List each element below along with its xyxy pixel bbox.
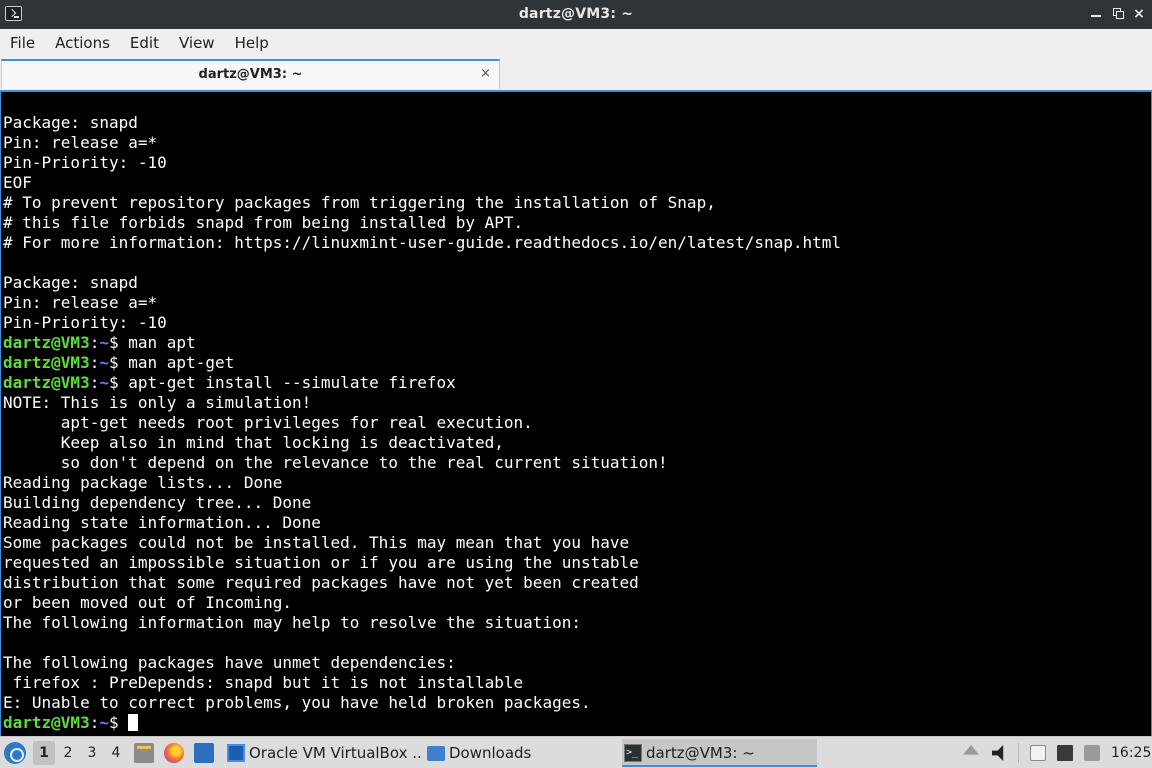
menu-edit[interactable]: Edit [130, 34, 159, 52]
prompt-separator: : [89, 713, 100, 732]
prompt-user: dartz@VM3 [3, 373, 90, 392]
terminal-output-line: Pin: release a=* [3, 133, 158, 152]
terminal-output-line: Some packages could not be installed. Th… [3, 533, 630, 552]
task-downloads-label: Downloads [449, 744, 532, 762]
virtualbox-icon [227, 744, 245, 762]
terminal-output-line: Pin: release a=* [3, 293, 158, 312]
prompt-user: dartz@VM3 [3, 713, 90, 732]
task-virtualbox-label: Oracle VM VirtualBox ... [249, 744, 420, 762]
terminal-output-line: # For more information: https://linuxmin… [3, 233, 842, 252]
prompt-symbol: $ [108, 713, 119, 732]
window-titlebar[interactable]: dartz@VM3: ~ × [0, 0, 1152, 29]
window-title: dartz@VM3: ~ [518, 6, 634, 22]
terminal-command-line: dartz@VM3:~$ [3, 713, 841, 733]
terminal-output-line: E: Unable to correct problems, you have … [3, 693, 591, 712]
tray-separator [1018, 743, 1019, 763]
terminal-icon [624, 739, 642, 765]
terminal-output-line: so don't depend on the relevance to the … [3, 453, 668, 472]
volume-icon[interactable] [992, 745, 1004, 761]
terminal-output-line: Package: snapd [3, 273, 138, 292]
prompt-symbol: $ [108, 333, 119, 352]
clipboard-icon[interactable] [1030, 745, 1046, 761]
text-cursor [128, 714, 139, 731]
tab-terminal[interactable]: dartz@VM3: ~ × [1, 59, 500, 89]
prompt-user: dartz@VM3 [3, 353, 90, 372]
terminal-lines: Package: snapd Pin: release a=* Pin-Priori… [3, 113, 841, 733]
workspace-1[interactable]: 1 [33, 741, 55, 765]
prompt-path: ~ [99, 353, 109, 372]
terminal-output[interactable]: Package: snapd Pin: release a=* Pin-Priori… [0, 90, 1152, 736]
terminal-output-line: The following information may help to re… [3, 613, 581, 632]
prompt-separator: : [89, 353, 100, 372]
terminal-output-line: Pin-Priority: -10 [3, 313, 167, 332]
network-icon[interactable] [1057, 745, 1073, 761]
terminal-output-line: Keep also in mind that locking is deacti… [3, 433, 504, 452]
firefox-icon[interactable] [164, 743, 184, 763]
menu-file[interactable]: File [10, 34, 35, 52]
workspace-2[interactable]: 2 [57, 741, 79, 765]
terminal-command-line: dartz@VM3:~$ man apt-get [3, 353, 841, 373]
terminal-command-line: dartz@VM3:~$ man apt [3, 333, 841, 353]
workspace-4[interactable]: 4 [105, 741, 127, 765]
prompt-separator: : [89, 333, 100, 352]
terminal-output-line: # To prevent repository packages from tr… [3, 193, 716, 212]
prompt-path: ~ [99, 333, 109, 352]
menu-actions[interactable]: Actions [55, 34, 110, 52]
update-manager-icon[interactable] [1084, 745, 1100, 761]
terminal-output-line: Reading state information... Done [3, 513, 321, 532]
taskbar: 1 2 3 4 Oracle VM VirtualBox ... Downloa… [0, 736, 1152, 768]
prompt-path: ~ [99, 713, 109, 732]
menu-view[interactable]: View [179, 34, 215, 52]
prompt-user: dartz@VM3 [3, 333, 90, 352]
tray-arrow-icon[interactable] [963, 745, 979, 755]
command-text: man apt [118, 333, 196, 352]
command-text [119, 713, 129, 732]
close-icon[interactable]: × [1131, 6, 1147, 22]
terminal-output-line: firefox : PreDepends: snapd but it is no… [3, 673, 524, 692]
menu-bar: File Actions Edit View Help [0, 29, 1152, 57]
tab-close-icon[interactable]: × [480, 66, 491, 81]
terminal-output-line: distribution that some required packages… [3, 573, 639, 592]
terminal-output-line: # this file forbids snapd from being ins… [3, 213, 524, 232]
terminal-output-line: Reading package lists... Done [3, 473, 283, 492]
tab-label: dartz@VM3: ~ [198, 67, 303, 82]
task-terminal[interactable]: dartz@VM3: ~ [622, 739, 817, 767]
start-menu-icon[interactable] [4, 742, 26, 764]
terminal-output-line: requested an impossible situation or if … [3, 553, 639, 572]
file-manager-icon[interactable] [134, 743, 154, 763]
prompt-symbol: $ [108, 373, 119, 392]
show-desktop-icon[interactable] [194, 743, 214, 763]
prompt-separator: : [89, 373, 100, 392]
task-downloads[interactable]: Downloads [425, 739, 615, 767]
terminal-command-line: dartz@VM3:~$ apt-get install --simulate … [3, 373, 841, 393]
folder-icon [427, 746, 445, 761]
terminal-output-line: apt-get needs root privileges for real e… [3, 413, 533, 432]
task-terminal-label: dartz@VM3: ~ [646, 744, 755, 762]
maximize-icon[interactable] [1110, 6, 1126, 22]
prompt-path: ~ [99, 373, 109, 392]
workspace-3[interactable]: 3 [81, 741, 103, 765]
task-virtualbox[interactable]: Oracle VM VirtualBox ... [225, 739, 420, 767]
terminal-output-line: NOTE: This is only a simulation! [3, 393, 312, 412]
terminal-output-line: Building dependency tree... Done [3, 493, 312, 512]
terminal-output-line: Pin-Priority: -10 [3, 153, 167, 172]
terminal-output-line: The following packages have unmet depend… [3, 653, 456, 672]
clock[interactable]: 16:25 [1111, 737, 1151, 768]
tab-bar: dartz@VM3: ~ × [0, 57, 1152, 90]
terminal-output-line: or been moved out of Incoming. [3, 593, 292, 612]
command-text: man apt-get [118, 353, 235, 372]
menu-help[interactable]: Help [235, 34, 269, 52]
terminal-output-line: Package: snapd [3, 113, 138, 132]
minimize-icon[interactable] [1088, 6, 1104, 22]
terminal-output-line: EOF [3, 173, 32, 192]
command-text: apt-get install --simulate firefox [118, 373, 456, 392]
prompt-symbol: $ [108, 353, 119, 372]
